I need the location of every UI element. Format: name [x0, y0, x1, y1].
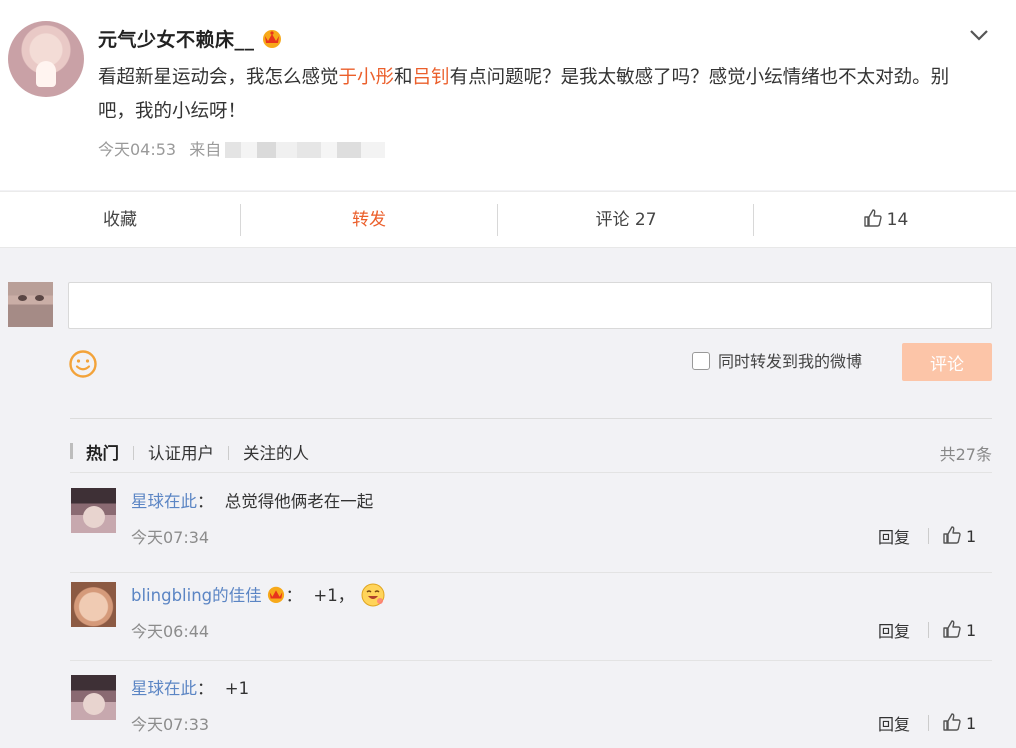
- repost-checkbox[interactable]: [692, 352, 710, 370]
- action-bar: 收藏 转发 评论 27 14: [0, 191, 1016, 248]
- reply-button[interactable]: 回复: [878, 524, 910, 548]
- comment-input[interactable]: [68, 282, 992, 329]
- like-count: 14: [886, 210, 909, 230]
- reply-button[interactable]: 回复: [878, 618, 910, 642]
- reply-button[interactable]: 回复: [878, 711, 910, 735]
- laughing-emoji-icon: [361, 583, 385, 607]
- thumbs-up-icon: [943, 620, 961, 638]
- divider: [753, 204, 754, 236]
- like-button[interactable]: 14: [755, 192, 1016, 248]
- thumbs-up-icon: [943, 526, 961, 544]
- divider: [928, 715, 929, 731]
- comment-time: 今天07:33: [131, 715, 210, 734]
- mention-link[interactable]: 于小彤: [339, 67, 395, 88]
- post-source-label: 来自: [189, 140, 222, 159]
- commenter-name[interactable]: 星球在此: [131, 492, 197, 511]
- comment-separator: ：: [285, 586, 303, 605]
- blurred-source: [225, 142, 386, 158]
- current-user-avatar: [8, 282, 53, 327]
- comment-total: 共27条: [939, 445, 992, 464]
- divider: [70, 472, 992, 473]
- author-name[interactable]: 元气少女不赖床__: [98, 29, 255, 51]
- divider: [133, 446, 134, 460]
- commenter-avatar[interactable]: [71, 675, 116, 720]
- comment-like-count: 1: [966, 527, 977, 546]
- divider: [928, 528, 929, 544]
- comment-line: 星球在此： +1: [131, 675, 249, 699]
- comment-separator: ：: [197, 679, 214, 698]
- thumbs-up-icon: [863, 209, 882, 227]
- comment-like-button[interactable]: 1: [942, 712, 976, 733]
- comment-like-button[interactable]: 1: [942, 619, 976, 640]
- submit-comment-button[interactable]: 评论: [902, 343, 992, 381]
- comment-like-count: 1: [966, 714, 977, 733]
- comment-text: 总觉得他俩老在一起: [224, 492, 374, 511]
- comment-text: +1: [224, 679, 250, 698]
- divider: [70, 572, 992, 573]
- tab-following[interactable]: 关注的人: [243, 440, 309, 464]
- comment-like-count: 1: [966, 621, 977, 640]
- post-text-part: 看超新星运动会，我怎么感觉: [98, 67, 339, 88]
- post-text-part: 和: [394, 67, 413, 88]
- comment-time: 今天06:44: [131, 622, 210, 641]
- tab-verified[interactable]: 认证用户: [148, 440, 214, 464]
- author-avatar[interactable]: [8, 21, 84, 97]
- post-meta: 今天04:53 来自: [98, 136, 386, 160]
- repost-option-label: 同时转发到我的微博: [718, 352, 863, 371]
- post-card: 元气少女不赖床__ 看超新星运动会，我怎么感觉于小彤和吕钊有点问题呢？是我太敏感…: [0, 0, 1016, 190]
- comment-time: 今天07:34: [131, 528, 210, 547]
- divider: [928, 622, 929, 638]
- comment-filter-tabs: 热门 认证用户 关注的人: [70, 440, 309, 464]
- mention-link[interactable]: 吕钊: [413, 67, 450, 88]
- divider: [228, 446, 229, 460]
- post-content: 看超新星运动会，我怎么感觉于小彤和吕钊有点问题呢？是我太敏感了吗？感觉小纭情绪也…: [98, 61, 978, 129]
- crown-icon: [262, 30, 281, 48]
- comment-text: +1，: [313, 586, 355, 605]
- comment-like-button[interactable]: 1: [942, 525, 976, 546]
- comment-line: blingbling的佳佳 ： +1，: [131, 582, 386, 608]
- repost-button[interactable]: 转发: [241, 192, 497, 248]
- tab-hot[interactable]: 热门: [86, 440, 119, 464]
- commenter-name[interactable]: blingbling的佳佳: [131, 586, 262, 605]
- tab-indicator: [70, 443, 73, 459]
- comment-line: 星球在此： 总觉得他俩老在一起: [131, 488, 373, 512]
- divider: [70, 418, 992, 419]
- repost-option[interactable]: 同时转发到我的微博: [692, 350, 862, 374]
- commenter-avatar[interactable]: [71, 488, 116, 533]
- thumbs-up-icon: [943, 713, 961, 731]
- chevron-down-icon[interactable]: [968, 26, 990, 44]
- comment-button[interactable]: 评论 27: [498, 192, 754, 248]
- commenter-avatar[interactable]: [71, 582, 116, 627]
- commenter-name[interactable]: 星球在此: [131, 679, 197, 698]
- post-time[interactable]: 今天04:53: [98, 140, 176, 159]
- smile-icon[interactable]: [68, 349, 98, 379]
- divider: [70, 660, 992, 661]
- favorite-button[interactable]: 收藏: [0, 192, 240, 248]
- comment-separator: ：: [197, 492, 214, 511]
- author-name-row: 元气少女不赖床__: [98, 25, 283, 52]
- crown-icon: [267, 586, 284, 603]
